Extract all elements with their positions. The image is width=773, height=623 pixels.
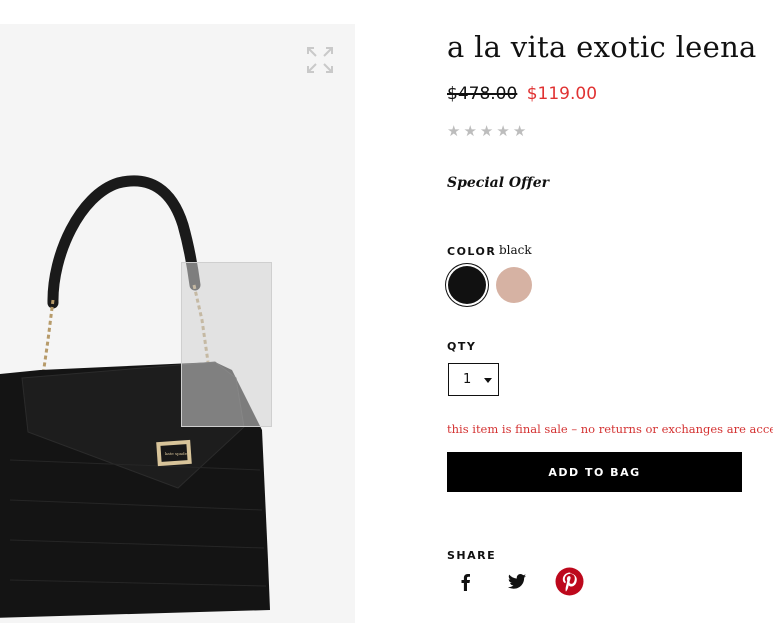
qty-label: QTY — [447, 340, 477, 353]
twitter-icon[interactable] — [508, 574, 526, 589]
price-row: $478.00 $119.00 — [447, 84, 597, 104]
sale-price: $119.00 — [526, 84, 598, 104]
quantity-select[interactable]: 1 — [448, 363, 499, 396]
product-image-panel[interactable]: kate spade — [0, 24, 355, 623]
star-icon: ★ — [463, 122, 477, 140]
color-label: COLOR — [447, 245, 497, 258]
add-to-bag-button[interactable]: ADD TO BAG — [447, 452, 742, 492]
facebook-icon[interactable] — [459, 573, 471, 591]
quantity-value: 1 — [463, 372, 472, 387]
original-price: $478.00 — [447, 84, 518, 104]
expand-icon[interactable] — [306, 46, 334, 74]
pinterest-icon[interactable] — [555, 567, 584, 596]
star-icon: ★ — [447, 122, 461, 140]
color-swatch-blush[interactable] — [496, 267, 532, 303]
star-icon: ★ — [479, 122, 494, 140]
selected-color-name: black — [499, 243, 532, 257]
rating-stars[interactable]: ★ ★ ★ ★ ★ — [447, 124, 526, 139]
chevron-down-icon — [484, 378, 492, 383]
brand-plate-text: kate spade — [165, 451, 188, 456]
star-icon: ★ — [496, 122, 510, 140]
color-swatch-black[interactable] — [448, 266, 486, 304]
share-label: SHARE — [447, 549, 497, 562]
product-image-bag: kate spade — [0, 175, 270, 618]
star-icon: ★ — [512, 122, 527, 140]
special-offer-label: Special Offer — [447, 175, 549, 191]
final-sale-notice: this item is final sale – no returns or … — [447, 422, 773, 436]
zoom-lens — [181, 262, 272, 427]
product-title: a la vita exotic leena — [447, 30, 757, 64]
